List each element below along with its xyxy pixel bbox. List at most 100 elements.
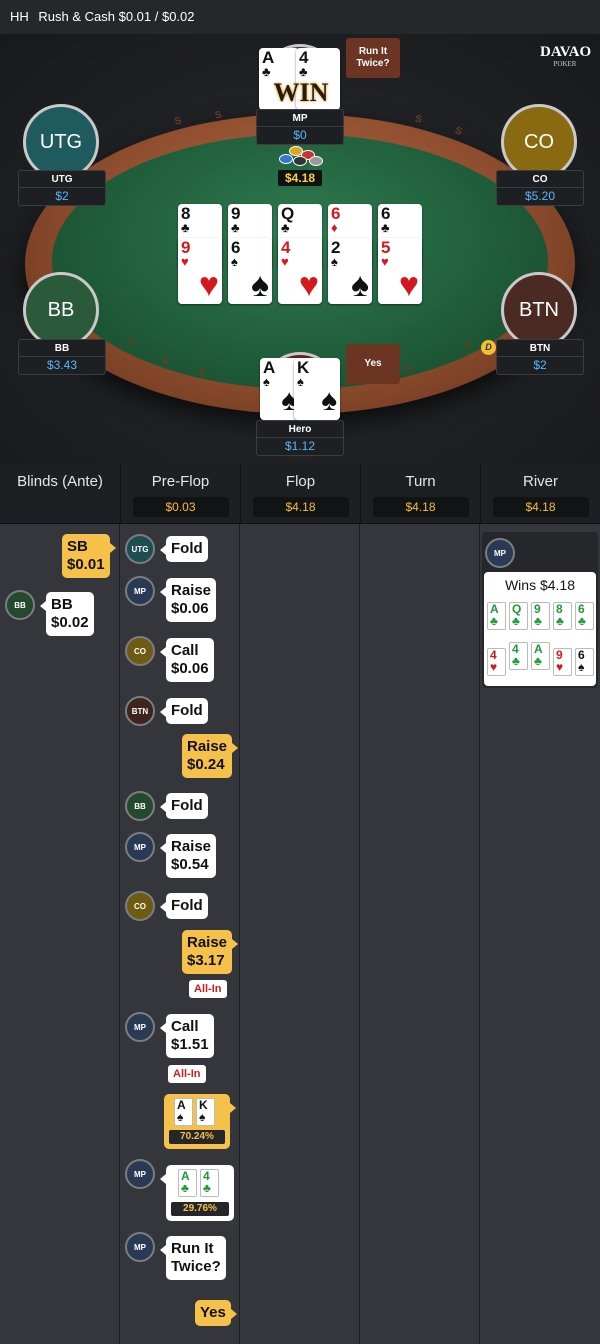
board-card: 6 ♠ ♠: [228, 238, 272, 304]
player-badge-mp: MP: [125, 832, 155, 862]
run-it-twice-reply: Yes: [195, 1300, 237, 1326]
tab-river[interactable]: River $4.18: [480, 464, 600, 524]
tab-turn[interactable]: Turn $4.18: [360, 464, 480, 524]
card-suit-large: ♥: [398, 266, 419, 304]
action-bb: BB $0.02: [40, 592, 94, 636]
seat-btn-nameplate: BTN $2: [496, 339, 584, 375]
column-flop: [240, 464, 360, 1344]
card-suit-large: ♠: [250, 266, 269, 304]
card-suit: ♠: [199, 1110, 206, 1124]
all-in-tag: All-In: [189, 980, 227, 998]
action-type: Call: [171, 1018, 199, 1035]
card-suit: ♣: [534, 654, 542, 668]
action-amount: $0.24: [187, 756, 225, 773]
all-in-tag: All-In: [168, 1065, 206, 1083]
player-badge-bb: BB: [125, 791, 155, 821]
street-pot: $4.18: [252, 497, 349, 517]
action-co-call: Call $0.06: [160, 638, 214, 682]
seat-hero-stack: $1.12: [257, 437, 343, 454]
rit-line1: Run It: [171, 1240, 214, 1257]
card-suit: ♣: [512, 614, 520, 628]
card-suit: ♣: [534, 614, 542, 628]
mini-card: A ♣: [487, 602, 506, 630]
player-badge-bb: BB: [5, 590, 35, 620]
dealer-button: D: [481, 340, 496, 355]
player-badge-mp: MP: [125, 1232, 155, 1262]
action-type: BB: [51, 596, 73, 613]
card-suit: ♣: [578, 614, 586, 628]
card-suit: ♣: [512, 654, 520, 668]
tab-preflop[interactable]: Pre-Flop $0.03: [120, 464, 240, 524]
seat-bb-avatar[interactable]: BB: [23, 272, 99, 348]
player-badge-mp: MP: [125, 1159, 155, 1189]
pot-amount: $4.18: [278, 170, 322, 186]
mini-card: 9 ♥: [553, 648, 572, 676]
street-title: Turn: [405, 473, 436, 490]
card-suit: ♠: [263, 374, 270, 389]
rail-letter: S: [453, 125, 464, 138]
mini-card: K ♠: [196, 1098, 215, 1126]
player-badge-utg: UTG: [125, 534, 155, 564]
board-card: 9 ♥ ♥: [178, 238, 222, 304]
card-suit: ♣: [262, 64, 271, 79]
tab-flop[interactable]: Flop $4.18: [240, 464, 360, 524]
hero-show-cards: A ♠ K ♠ 70.24%: [164, 1094, 236, 1149]
mp-show-cards: A ♣ 4 ♣ 29.76%: [160, 1165, 234, 1221]
river-winner-card: Wins $4.18 A ♣ Q ♣ 9 ♣ 8 ♣ 6 ♣ 4 ♥ 4 ♣ A ♣ 9 ♥ 6 ♠: [484, 572, 596, 686]
logo-subtext: POKER: [553, 60, 577, 68]
card-suit: ♦: [331, 220, 338, 235]
seat-co-nameplate: CO $5.20: [496, 170, 584, 206]
card-suit: ♠: [578, 660, 585, 674]
mini-card: 6 ♠: [575, 648, 594, 676]
action-type: Raise: [187, 738, 228, 755]
tab-blinds[interactable]: Blinds (Ante): [0, 464, 120, 524]
player-badge-btn: BTN: [125, 696, 155, 726]
mini-card: A ♣: [531, 642, 550, 670]
action-type: Fold: [171, 540, 203, 557]
mini-card: 4 ♥: [487, 648, 506, 676]
action-sb: SB $0.01: [62, 534, 116, 578]
action-amount: $0.01: [67, 556, 105, 573]
mini-card: 4 ♣: [200, 1169, 219, 1197]
player-badge-mp: MP: [125, 576, 155, 606]
mini-card: 6 ♣: [575, 602, 594, 630]
action-type: SB: [67, 538, 88, 555]
card-suit: ♥: [381, 254, 389, 269]
mini-card: 9 ♣: [531, 602, 550, 630]
action-amount: $3.17: [187, 952, 225, 969]
action-mp-raise: Raise $0.06: [159, 578, 217, 622]
card-suit: ♣: [203, 1181, 211, 1195]
seat-utg-avatar[interactable]: UTG: [23, 104, 99, 180]
action-amount: $1.51: [171, 1036, 209, 1053]
player-badge-co: CO: [125, 636, 155, 666]
mini-card: 8 ♣: [553, 602, 572, 630]
seat-btn-avatar[interactable]: BTN: [501, 272, 577, 348]
hand-history-label: HH: [10, 9, 29, 24]
card-suit: ♥: [181, 254, 189, 269]
street-pot: $4.18: [372, 497, 469, 517]
game-title: Rush & Cash $0.01 / $0.02: [38, 9, 195, 24]
chip-stack-icon: [275, 140, 325, 170]
action-hero-raise: Raise $3.17: [182, 930, 239, 974]
seat-utg-name: UTG: [51, 174, 73, 185]
mini-card: A ♠: [174, 1098, 193, 1126]
seat-bb-name: BB: [54, 343, 70, 354]
card-suit: ♣: [299, 64, 308, 79]
poker-table-view: S S S S U S S A S DAVAO POKER A ♣ 4 ♣ WI…: [0, 34, 600, 464]
card-suit: ♣: [181, 1181, 189, 1195]
action-amount: $0.06: [171, 600, 209, 617]
card-suit: ♠: [297, 374, 304, 389]
action-amount: $0.02: [51, 614, 89, 631]
street-header-row: Blinds (Ante) Pre-Flop $0.03 Flop $4.18 Tu…: [0, 464, 600, 524]
seat-co-name: CO: [532, 174, 548, 185]
seat-btn-name: BTN: [529, 343, 551, 354]
card-suit: ♥: [556, 660, 564, 674]
action-type: Call: [171, 642, 199, 659]
rit-line2: Twice?: [171, 1258, 221, 1275]
logo-text: DAVAO: [540, 44, 592, 60]
seat-utg-stack: $2: [19, 187, 105, 204]
win-label: WIN: [273, 78, 329, 107]
mp-equity: 29.76%: [171, 1202, 229, 1216]
action-co-fold: Fold: [160, 893, 208, 919]
seat-co-avatar[interactable]: CO: [501, 104, 577, 180]
